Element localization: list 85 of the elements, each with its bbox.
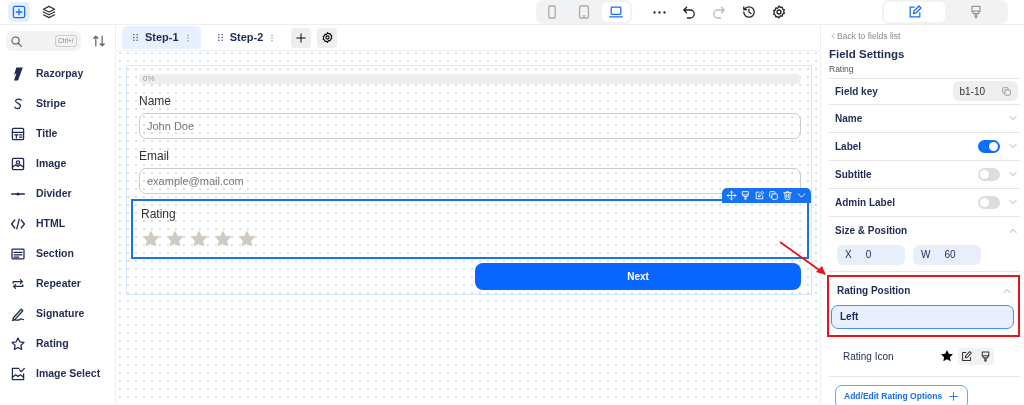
sort-icon — [90, 33, 107, 49]
redo-icon — [711, 4, 727, 20]
settings-icon — [320, 31, 334, 44]
position-input[interactable]: X 0 — [837, 244, 905, 265]
back-icon — [829, 32, 837, 41]
panel-subtitle: Rating — [829, 63, 855, 76]
field-label: Name — [139, 93, 172, 110]
move-icon — [726, 190, 737, 201]
field-item[interactable]: Signature — [6, 299, 109, 329]
step-tab[interactable]: Step-1 — [122, 26, 201, 49]
field-item[interactable]: Razorpay — [6, 59, 109, 89]
paint-brush-icon — [740, 190, 751, 201]
code-icon — [10, 216, 26, 232]
annotation-arrow — [778, 240, 828, 276]
drag-handle-icon — [130, 32, 141, 43]
star-icon — [940, 349, 954, 364]
star-icon — [10, 336, 26, 352]
field-item[interactable]: Rating — [6, 329, 109, 359]
image-icon — [10, 156, 26, 172]
field-item[interactable]: HTML — [6, 209, 109, 239]
selected-field[interactable]: Rating — [131, 199, 809, 259]
star-icon — [213, 229, 233, 249]
position-input[interactable]: W 60 — [913, 244, 981, 265]
history-icon — [741, 4, 757, 20]
settings-icon — [771, 4, 787, 20]
search-icon — [10, 34, 23, 48]
repeat-icon — [10, 276, 26, 292]
field-item[interactable]: Repeater — [6, 269, 109, 299]
title-icon — [10, 126, 26, 142]
setting-label: Admin Label — [835, 195, 895, 210]
setting-label: Field key — [835, 84, 878, 99]
setting-label: Rating Position — [837, 284, 911, 299]
add-step-button[interactable] — [291, 27, 312, 48]
more-icon — [651, 9, 667, 15]
step-tab[interactable]: Step-2 — [206, 26, 286, 49]
edit-tab[interactable] — [884, 2, 945, 22]
laptop-icon — [608, 4, 624, 20]
star-icon — [189, 229, 209, 249]
setting-label: Subtitle — [835, 167, 872, 182]
toggle-switch[interactable] — [978, 167, 1000, 181]
tablet-icon — [576, 4, 592, 20]
toggle-switch[interactable] — [978, 139, 1000, 153]
next-button[interactable]: Next — [475, 263, 801, 290]
chevron-down-icon — [796, 190, 807, 201]
setting-label: Rating Icon — [843, 349, 894, 364]
edit-icon — [960, 349, 973, 363]
field-item[interactable]: Title — [6, 119, 109, 149]
plus-icon — [948, 391, 960, 403]
edit-icon — [754, 190, 765, 201]
copy-icon — [1001, 85, 1012, 97]
star-icon — [237, 229, 257, 249]
field-item[interactable]: Image — [6, 149, 109, 179]
signature-icon — [10, 306, 26, 322]
field-item[interactable]: Section — [6, 239, 109, 269]
star-icon — [165, 229, 185, 249]
text-input[interactable]: John Doe — [139, 113, 801, 139]
setting-label: Name — [835, 111, 863, 126]
section-icon — [10, 246, 26, 262]
field-item[interactable]: Stripe — [6, 89, 109, 119]
add-options-button[interactable]: Add/Edit Rating Options — [835, 384, 969, 405]
field-label: Rating — [141, 206, 177, 223]
delete-icon — [782, 190, 793, 201]
setting-label: Size & Position — [835, 224, 908, 239]
progress-label: 0% — [143, 74, 155, 83]
image-select-icon — [10, 366, 26, 382]
field-item[interactable]: Image Select — [6, 359, 109, 389]
field-key-value: b1-10 — [953, 81, 1018, 102]
back-link[interactable]: Back to fields list — [829, 30, 1020, 43]
field-item[interactable]: Divider — [6, 179, 109, 209]
text-input[interactable]: example@mail.com — [139, 168, 801, 194]
panel-title: Field Settings — [829, 46, 906, 62]
add-tab[interactable] — [8, 2, 30, 22]
layers-icon — [41, 4, 57, 20]
toggle-switch[interactable] — [978, 195, 1000, 209]
undo-icon — [681, 4, 697, 20]
star-icon — [141, 229, 161, 249]
add-icon — [295, 31, 308, 44]
step-settings-button[interactable] — [317, 27, 338, 48]
paint-brush-icon — [979, 349, 992, 363]
setting-label: Label — [835, 139, 862, 154]
laptop-view-button[interactable] — [602, 2, 630, 22]
add-icon — [11, 4, 27, 20]
position-select[interactable]: Left — [831, 304, 1014, 329]
copy-icon — [768, 190, 779, 201]
field-label: Email — [139, 148, 170, 165]
